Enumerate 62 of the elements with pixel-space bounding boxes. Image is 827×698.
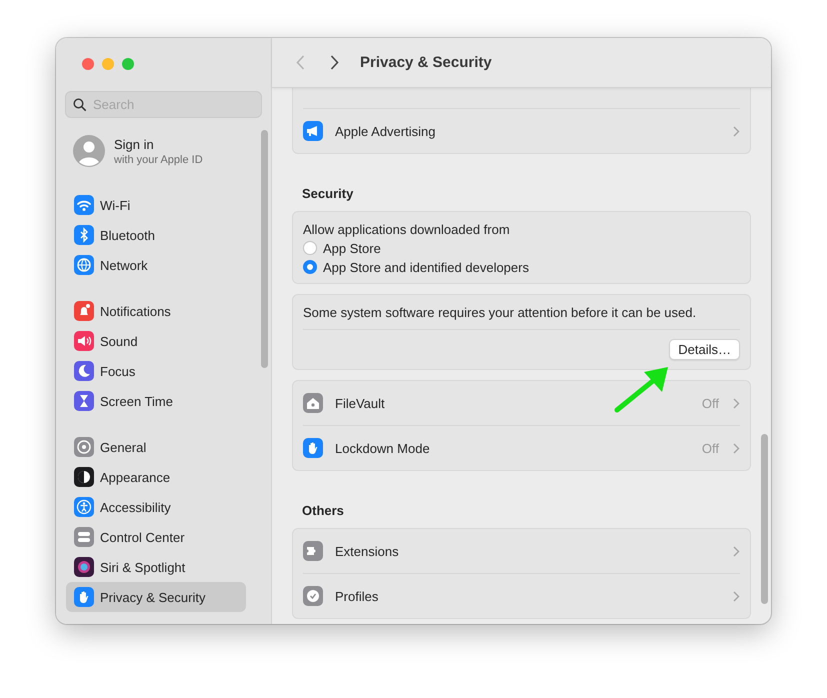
gear-icon: [74, 437, 94, 457]
back-icon: [296, 55, 304, 70]
section-heading: Others: [302, 503, 345, 518]
sidebar-item[interactable]: Focus: [66, 356, 246, 386]
settings-row[interactable]: Lockdown Mode Off: [303, 425, 740, 470]
settings-row[interactable]: Extensions: [293, 529, 750, 573]
radio-label[interactable]: App Store: [323, 240, 381, 256]
appearance-icon: [74, 467, 94, 487]
hourglass-icon: [74, 391, 94, 411]
globe-icon: [74, 255, 94, 275]
zoom-button[interactable]: [122, 58, 134, 70]
sidebar-item[interactable]: Accessibility: [66, 492, 246, 522]
scrollbar-thumb[interactable]: [761, 434, 768, 604]
minimize-button[interactable]: [102, 58, 114, 70]
wifi-icon: [74, 195, 94, 215]
house-icon: [303, 393, 323, 413]
bell-icon: [74, 301, 94, 321]
sidebar-item[interactable]: Appearance: [66, 462, 246, 492]
sidebar-item[interactable]: Sound: [66, 326, 246, 356]
section-heading: Security: [302, 186, 354, 201]
settings-row[interactable]: Profiles: [303, 573, 740, 618]
toggles-icon: [74, 527, 94, 547]
radio-button[interactable]: [303, 241, 317, 255]
avatar-icon[interactable]: [73, 135, 105, 167]
notice-text: Some system software requires your attention before it can be used.: [303, 295, 740, 330]
hand-icon: [303, 438, 323, 458]
settings-row[interactable]: Apple Advertising: [293, 109, 750, 153]
search-icon: [73, 98, 87, 112]
megaphone-icon: [303, 121, 323, 141]
sidebar-item[interactable]: Notifications: [66, 296, 246, 326]
sidebar-item[interactable]: Network: [66, 250, 246, 280]
speaker-icon: [74, 331, 94, 351]
sidebar-item[interactable]: Control Center: [66, 522, 246, 552]
accessibility-icon: [74, 497, 94, 517]
chevron-icon: [733, 590, 740, 602]
radio-button[interactable]: [303, 260, 317, 274]
chevron-icon: [733, 126, 740, 136]
sidebar-item[interactable]: General: [66, 432, 246, 462]
chevron-icon: [733, 546, 740, 556]
radio-label[interactable]: App Store and identified developers: [323, 260, 529, 274]
chevron-icon: [733, 442, 740, 454]
hand-icon: [74, 587, 94, 607]
details-button[interactable]: Details…: [669, 339, 740, 360]
scrollbar-thumb[interactable]: [261, 130, 268, 368]
radio-group-label: Allow applications downloaded from: [303, 222, 511, 237]
orb-icon: [74, 557, 94, 577]
forward-icon: [330, 55, 338, 70]
sidebar-item[interactable]: Bluetooth: [66, 220, 246, 250]
close-button[interactable]: [82, 58, 94, 70]
sidebar-item[interactable]: Siri & Spotlight: [66, 552, 246, 582]
sidebar-item[interactable]: Privacy & Security: [66, 582, 246, 612]
sign-in-label[interactable]: Sign in: [114, 136, 203, 152]
chevron-icon: [733, 398, 740, 408]
settings-row[interactable]: FileVault Off: [293, 381, 750, 425]
moon-icon: [74, 361, 94, 381]
bluetooth-icon: [74, 225, 94, 245]
badge-check-icon: [303, 586, 323, 606]
puzzle-icon: [303, 541, 323, 561]
account-subtitle: with your Apple ID: [114, 154, 203, 166]
sidebar-item[interactable]: Wi-Fi: [66, 190, 246, 220]
window-title: Privacy & Security: [360, 54, 492, 71]
sidebar-item[interactable]: Screen Time: [66, 386, 246, 416]
